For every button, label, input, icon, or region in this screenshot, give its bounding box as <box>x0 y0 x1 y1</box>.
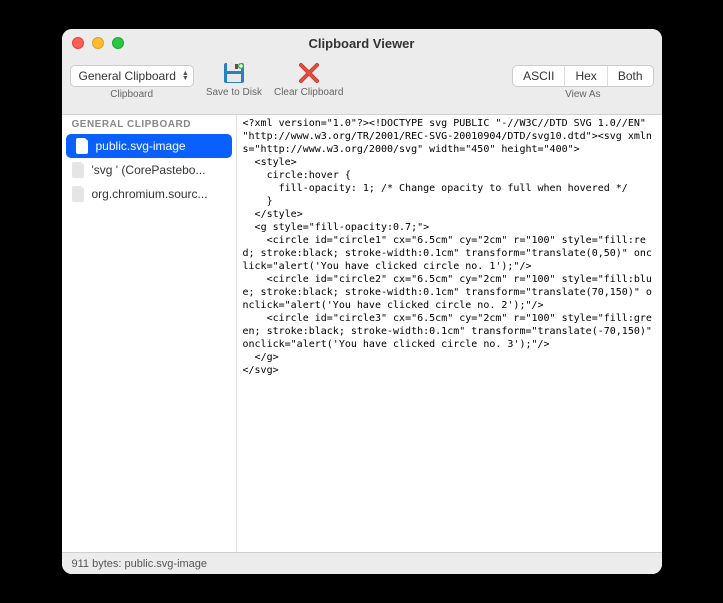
save-section: Save to Disk <box>206 61 262 98</box>
floppy-disk-icon <box>221 60 247 86</box>
titlebar: Clipboard Viewer <box>62 29 662 57</box>
viewas-segmented: ASCII Hex Both <box>512 65 653 87</box>
statusbar-text: 911 bytes: public.svg-image <box>72 558 208 570</box>
sidebar-item-label: org.chromium.sourc... <box>92 187 208 201</box>
clear-section: Clear Clipboard <box>274 61 343 98</box>
viewas-label: View As <box>565 89 600 100</box>
content-area: GENERAL CLIPBOARD public.svg-image 'svg … <box>62 115 662 552</box>
x-icon <box>296 60 322 86</box>
clear-label: Clear Clipboard <box>274 87 343 98</box>
file-icon <box>76 138 90 154</box>
toolbar: General Clipboard ▲▼ Clipboard Save to D… <box>62 57 662 115</box>
viewas-ascii-button[interactable]: ASCII <box>513 66 565 86</box>
clipboard-dropdown[interactable]: General Clipboard ▲▼ <box>70 65 194 87</box>
window-title: Clipboard Viewer <box>309 36 415 51</box>
save-label: Save to Disk <box>206 87 262 98</box>
maximize-button[interactable] <box>112 37 124 49</box>
clipboard-dropdown-label: General Clipboard <box>79 69 176 83</box>
window: Clipboard Viewer General Clipboard ▲▼ Cl… <box>62 29 662 574</box>
clear-button[interactable] <box>290 61 328 85</box>
statusbar: 911 bytes: public.svg-image <box>62 552 662 574</box>
close-button[interactable] <box>72 37 84 49</box>
sidebar-item-chromium-source[interactable]: org.chromium.sourc... <box>62 182 236 206</box>
minimize-button[interactable] <box>92 37 104 49</box>
content-view[interactable]: <?xml version="1.0"?><!DOCTYPE svg PUBLI… <box>237 115 662 552</box>
viewas-section: ASCII Hex Both View As <box>512 59 653 100</box>
clipboard-section: General Clipboard ▲▼ Clipboard <box>70 59 194 100</box>
file-icon <box>72 186 86 202</box>
sidebar-item-label: 'svg ' (CorePastebo... <box>92 163 206 177</box>
viewas-hex-button[interactable]: Hex <box>565 66 607 86</box>
clipboard-label: Clipboard <box>110 89 153 100</box>
sidebar: GENERAL CLIPBOARD public.svg-image 'svg … <box>62 115 237 552</box>
sidebar-item-public-svg[interactable]: public.svg-image <box>66 134 232 158</box>
save-button[interactable] <box>215 61 253 85</box>
viewas-both-button[interactable]: Both <box>608 66 653 86</box>
file-icon <box>72 162 86 178</box>
sidebar-item-label: public.svg-image <box>96 139 186 153</box>
traffic-lights <box>72 37 124 49</box>
updown-icon: ▲▼ <box>182 71 189 81</box>
sidebar-header: GENERAL CLIPBOARD <box>62 115 236 134</box>
sidebar-item-svg-corepasteboard[interactable]: 'svg ' (CorePastebo... <box>62 158 236 182</box>
